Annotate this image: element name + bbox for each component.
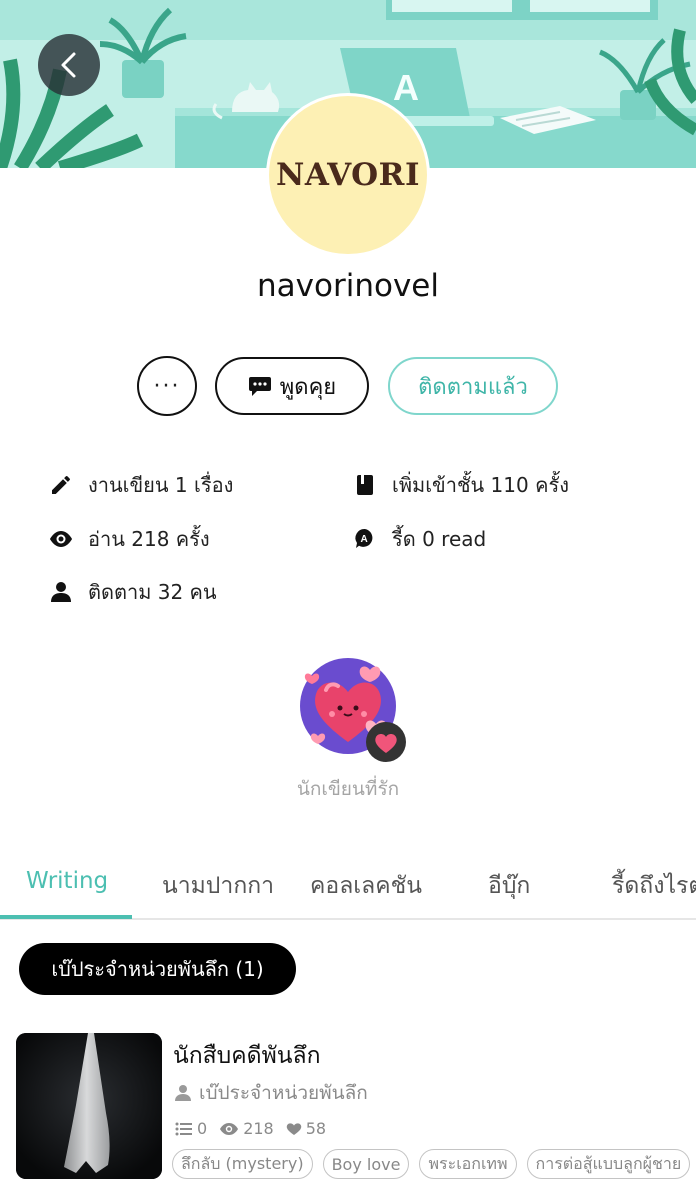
more-icon: ··· [153, 373, 181, 399]
stat-views: อ่าน 218 ครั้ง [48, 523, 210, 555]
badge-label: นักเขียนที่รัก [296, 778, 400, 800]
following-label: ติดตามแล้ว [418, 374, 528, 400]
profile-tabs: Writing นามปากกา คอลเลคชัน อีบุ๊ก รี้ดถึ… [0, 858, 696, 920]
svg-text:A: A [361, 534, 368, 545]
stat-read-text: รี้ด 0 read [392, 527, 487, 551]
novel-cover[interactable] [16, 1033, 162, 1179]
chat-button[interactable]: พูดคุย [215, 357, 369, 415]
following-button[interactable]: ติดตามแล้ว [388, 357, 558, 415]
person-icon [175, 1085, 191, 1101]
pen-name-pill-label: เบ๊ประจำหน่วยพันลึก (1) [51, 957, 264, 981]
novel-author-name: เบ๊ประจำหน่วยพันลึก [199, 1082, 368, 1104]
heart-badge-icon [300, 658, 406, 762]
chat-label: พูดคุย [279, 374, 337, 400]
beloved-writer-badge[interactable] [298, 656, 406, 762]
pen-name-filter-pill[interactable]: เบ๊ประจำหน่วยพันลึก (1) [19, 943, 296, 995]
stat-read: A รี้ด 0 read [352, 523, 486, 555]
chat-bubble-icon [248, 377, 271, 396]
stat-followers: ติดตาม 32 คน [48, 576, 217, 608]
novel-stats: 0 218 58 [175, 1119, 334, 1138]
tab-collections[interactable]: คอลเลคชัน [310, 868, 422, 904]
like-count: 58 [286, 1119, 326, 1138]
username: navorinovel [257, 268, 439, 304]
pencil-icon [48, 472, 74, 498]
stat-shelf: เพิ่มเข้าชั้น 110 ครั้ง [352, 469, 569, 501]
view-count: 218 [219, 1119, 274, 1138]
stat-works: งานเขียน 1 เรื่อง [48, 469, 233, 501]
avatar: NAVORI [266, 93, 430, 257]
avatar-logo-text: NAVORI [276, 157, 420, 193]
chapter-count-value: 0 [197, 1119, 208, 1138]
list-icon [175, 1122, 192, 1135]
heart-icon [286, 1122, 301, 1135]
view-count-value: 218 [243, 1119, 274, 1138]
novel-title[interactable]: นักสืบคดีพันลึก [173, 1038, 321, 1074]
chevron-left-icon [61, 52, 76, 78]
tag-chip[interactable]: พระเอกเทพ [419, 1149, 517, 1179]
more-options-button[interactable]: ··· [137, 356, 197, 416]
cover-image [16, 1033, 162, 1179]
person-icon [48, 579, 74, 605]
like-count-value: 58 [305, 1119, 327, 1138]
eye-icon [48, 526, 74, 552]
stat-followers-text: ติดตาม 32 คน [88, 580, 217, 604]
novel-tags: ลึกลับ (mystery) Boy love พระเอกเทพ การต… [172, 1149, 696, 1179]
back-button[interactable] [38, 34, 100, 96]
tag-chip[interactable]: การต่อสู้แบบลูกผู้ชาย [526, 1149, 691, 1179]
svg-text:A: A [393, 67, 419, 108]
tab-pen-names[interactable]: นามปากกา [162, 868, 274, 904]
stat-works-text: งานเขียน 1 เรื่อง [88, 473, 234, 497]
stat-views-text: อ่าน 218 ครั้ง [88, 527, 210, 551]
stat-shelf-text: เพิ่มเข้าชั้น 110 ครั้ง [392, 473, 569, 497]
chapter-count: 0 [175, 1119, 207, 1138]
eye-icon [220, 1122, 239, 1135]
book-icon [352, 472, 378, 498]
active-tab-indicator [0, 915, 132, 919]
tag-chip[interactable]: Boy love [322, 1149, 410, 1179]
tag-chip[interactable]: ลึกลับ (mystery) [172, 1149, 313, 1179]
tab-ebooks[interactable]: อีบุ๊ก [488, 868, 530, 904]
read-badge-icon: A [352, 526, 378, 552]
novel-author[interactable]: เบ๊ประจำหน่วยพันลึก [175, 1078, 368, 1108]
tab-read-to-writer[interactable]: รี้ดถึงไรต [612, 868, 696, 904]
tab-writing[interactable]: Writing [26, 868, 108, 894]
